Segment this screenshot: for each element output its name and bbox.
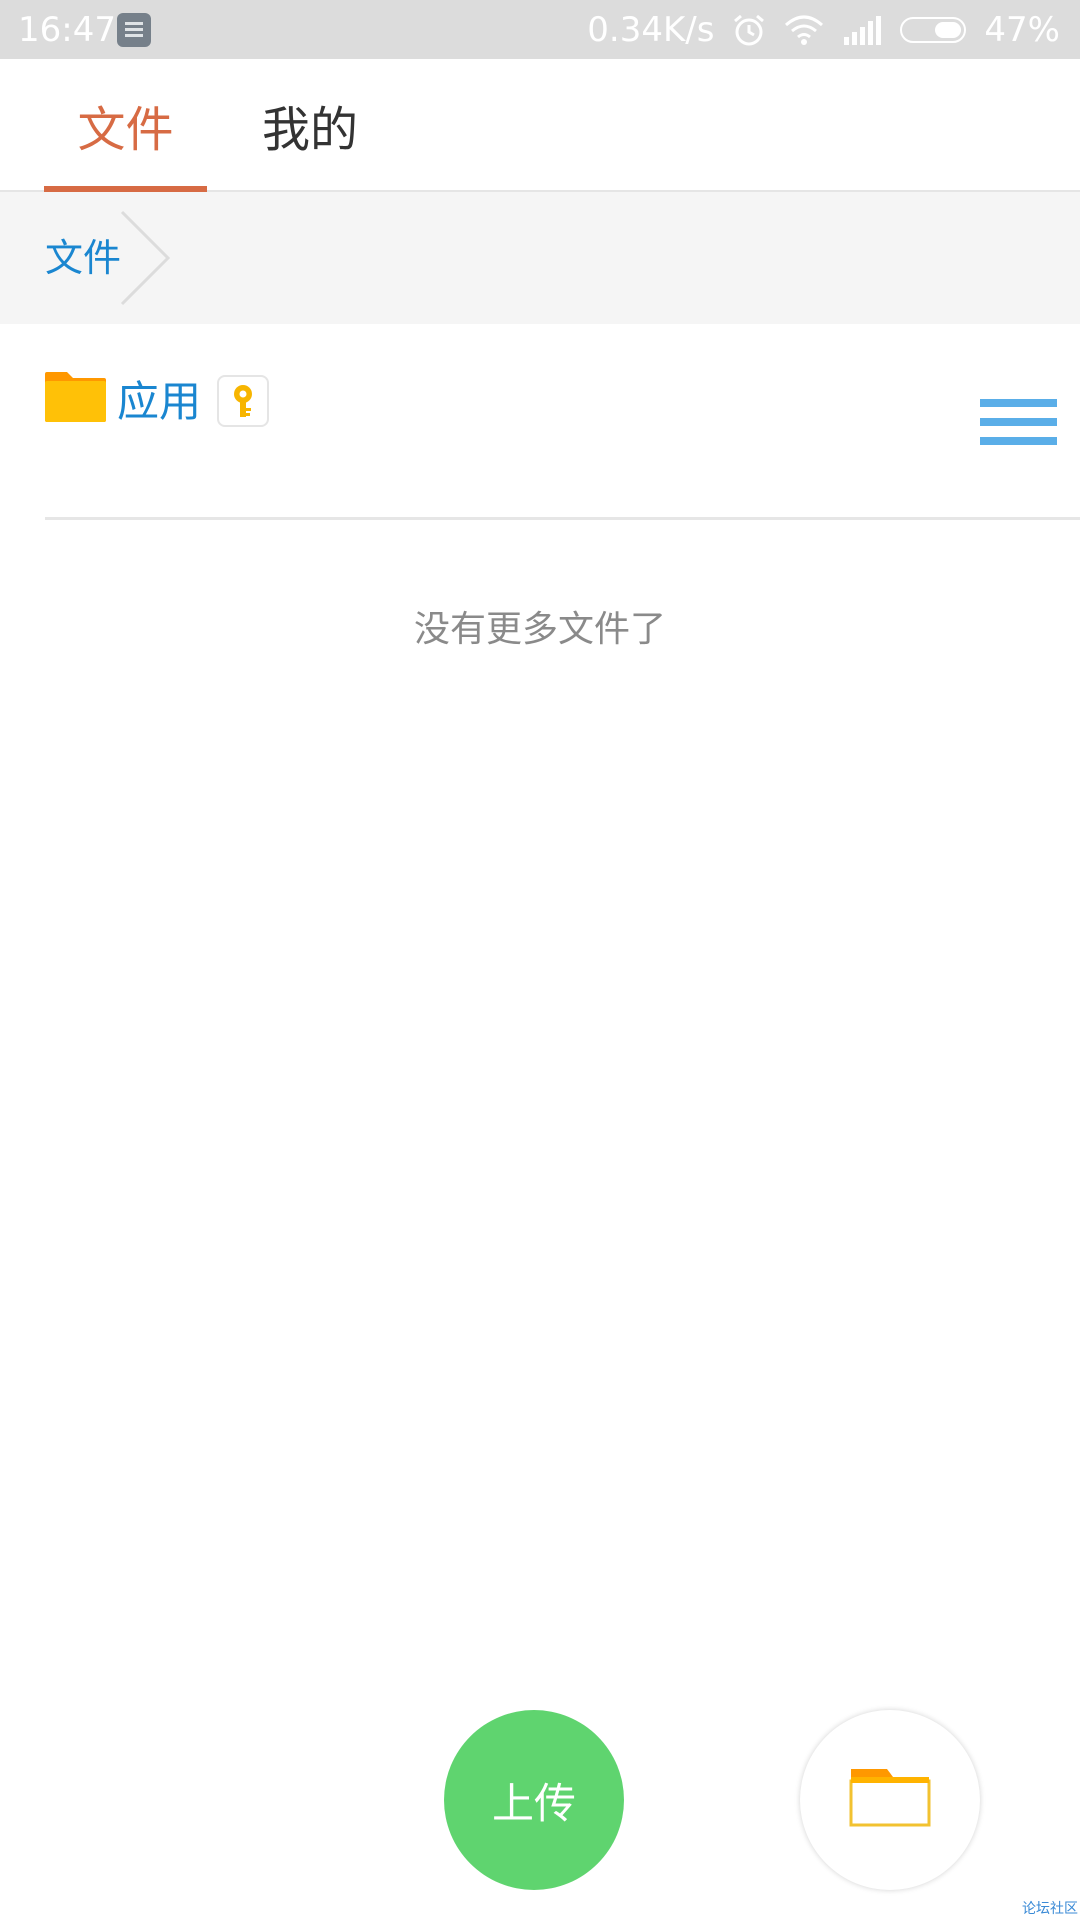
folder-button[interactable] xyxy=(800,1710,980,1890)
network-speed: 0.34K/s xyxy=(587,10,715,50)
upload-button[interactable]: 上传 xyxy=(444,1710,624,1890)
battery-icon xyxy=(900,17,967,43)
status-right-group: 0.34K/s 47% xyxy=(569,8,1060,52)
wifi-icon xyxy=(784,15,824,45)
chevron-right-icon xyxy=(120,210,172,310)
tab-mine[interactable]: 我的 xyxy=(240,59,380,190)
folder-icon xyxy=(45,372,106,426)
file-name[interactable]: 应用 xyxy=(117,372,201,432)
folder-icon xyxy=(849,1769,931,1831)
alarm-icon xyxy=(732,13,766,47)
status-time: 16:47 xyxy=(18,10,116,50)
watermark: 论坛社区 xyxy=(1022,1901,1078,1917)
list-item[interactable]: 应用 xyxy=(45,324,1080,520)
battery-percent: 47% xyxy=(984,10,1060,50)
tab-files[interactable]: 文件 xyxy=(44,59,207,190)
breadcrumb-item-files[interactable]: 文件 xyxy=(45,230,121,286)
status-bar: 16:47 0.34K/s 47% xyxy=(0,0,1080,59)
top-tab-bar: 文件 我的 xyxy=(0,59,1080,192)
breadcrumb: 文件 xyxy=(0,192,1080,324)
signal-icon xyxy=(842,15,882,45)
menu-icon[interactable] xyxy=(980,399,1057,445)
key-icon xyxy=(217,375,269,427)
empty-list-message: 没有更多文件了 xyxy=(413,609,666,650)
notification-app-icon xyxy=(117,13,151,47)
